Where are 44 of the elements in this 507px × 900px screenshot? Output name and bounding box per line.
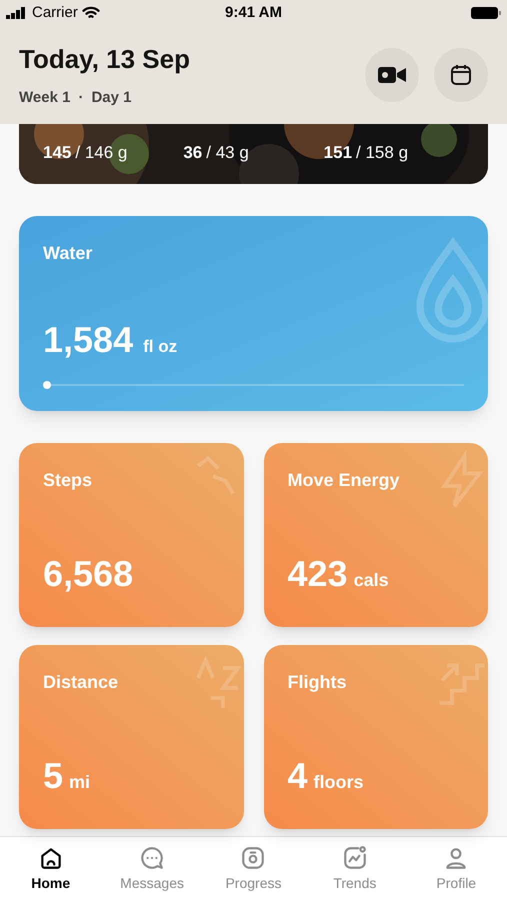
stat-card[interactable]: Distance 5 mi [19, 644, 244, 828]
clock-time: 9:41 AM [225, 2, 282, 23]
water-value: 1,584 [43, 318, 134, 362]
stat-card[interactable]: Flights 4 floors [264, 644, 488, 828]
page-title: Today, 13 Sep [19, 43, 190, 76]
week-label: Week 1 [19, 88, 70, 108]
stat-label: Move Energy [288, 468, 401, 492]
stat-unit: floors [314, 770, 364, 794]
wifi-icon [82, 6, 100, 20]
day-label: Day 1 [91, 88, 132, 108]
stat-value: 5 [43, 754, 64, 798]
scale-icon [240, 845, 266, 871]
macro-total: / 146 g [75, 142, 128, 164]
tab-bar-item[interactable]: Messages [107, 845, 198, 894]
macro-value: 151 [324, 142, 352, 164]
carrier-text: Carrier [32, 2, 78, 23]
stat-unit: mi [69, 770, 90, 794]
stat-value: 6,568 [43, 552, 134, 596]
macro-total: / 43 g [206, 142, 249, 164]
tab-bar-item[interactable]: Profile [411, 845, 502, 894]
chart-icon [342, 845, 368, 871]
macro-value: 145 [43, 142, 72, 164]
water-unit: fl oz [143, 336, 178, 358]
stat-label: Flights [288, 670, 348, 694]
tab-bar-item[interactable]: Home [6, 845, 96, 894]
water-card[interactable]: Water 1,584 fl oz [19, 216, 488, 410]
chat-bubble-icon [139, 845, 166, 871]
battery-icon [471, 6, 501, 20]
stat-unit: cals [354, 568, 389, 592]
stat-card[interactable]: Steps 6,568 [19, 442, 244, 626]
video-camera-icon [378, 64, 406, 85]
stat-label: Steps [43, 468, 94, 492]
stat-label: Distance [43, 670, 120, 694]
signal-icon [6, 7, 28, 19]
tab-bar-item[interactable]: Progress [208, 845, 298, 894]
separator-dot: · [78, 88, 84, 108]
stat-card[interactable]: Move Energy 423 cals [264, 442, 488, 626]
calendar-icon [449, 62, 473, 87]
stat-value: 423 [288, 552, 348, 596]
macro-value: 36 [183, 142, 202, 164]
macro-total: / 158 g [356, 142, 408, 164]
water-label: Water [43, 242, 94, 264]
stat-value: 4 [288, 754, 308, 798]
tab-bar-item[interactable]: Trends [310, 845, 400, 894]
